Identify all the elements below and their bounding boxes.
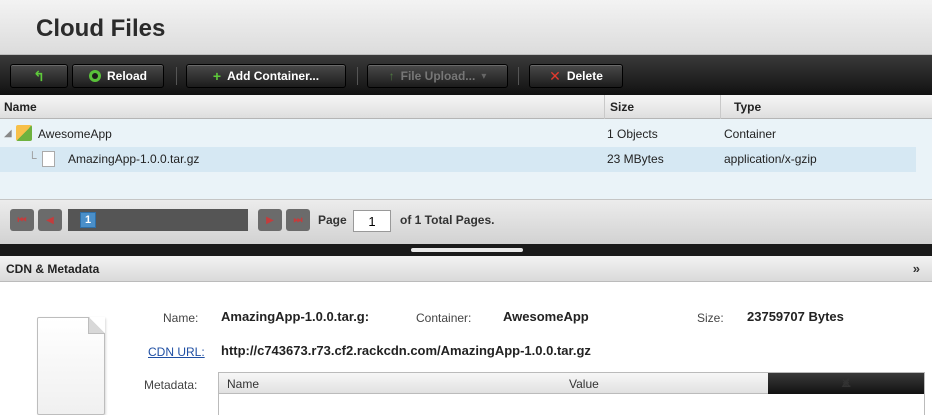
plus-icon: +	[212, 68, 222, 84]
table-row[interactable]: └ AmazingApp-1.0.0.tar.gz 23 MBytes appl…	[0, 147, 916, 172]
page-slider-thumb[interactable]: 1	[80, 212, 96, 228]
container-cube-icon	[16, 125, 32, 141]
container-value: AwesomeApp	[503, 309, 589, 324]
first-page-icon[interactable]: ⏮	[10, 209, 34, 231]
row-size: 23 MBytes	[607, 152, 664, 166]
delete-button[interactable]: ✕ Delete	[529, 64, 623, 88]
name-label: Name:	[163, 311, 199, 325]
dropdown-arrow-icon[interactable]: ▾	[481, 71, 486, 82]
size-value: 23759707 Bytes	[747, 309, 844, 324]
cdn-url-value: http://c743673.r73.cf2.rackcdn.com/Amazi…	[221, 343, 591, 358]
row-type: application/x-gzip	[724, 152, 817, 166]
detail-panel: Name: AmazingApp-1.0.0.tar.g: Container:…	[0, 282, 932, 415]
delete-label: Delete	[566, 69, 603, 83]
size-label: Size:	[697, 311, 724, 325]
page-number-input[interactable]	[353, 210, 391, 232]
metadata-column-value[interactable]: Value	[569, 377, 599, 391]
file-grid: ◢ AwesomeApp 1 Objects Container └ Amazi…	[0, 119, 932, 199]
toolbar: ↰ Reload + Add Container... ↑ File Uploa…	[0, 55, 932, 95]
file-upload-label: File Upload...	[400, 69, 476, 83]
splitter-handle[interactable]	[411, 248, 523, 252]
toolbar-divider	[357, 67, 358, 85]
delete-x-icon: ✕	[549, 67, 561, 84]
file-icon	[42, 151, 55, 167]
expand-toggle-icon[interactable]: ◢	[4, 128, 12, 139]
tree-line-icon: └	[28, 151, 37, 165]
file-upload-button[interactable]: ↑ File Upload... ▾	[367, 64, 508, 88]
app-title: Cloud Files	[36, 15, 166, 42]
grid-header: Name Size Type	[0, 95, 932, 119]
total-pages-text: of 1 Total Pages.	[400, 213, 495, 227]
metadata-label: Metadata:	[144, 378, 198, 392]
column-header-name[interactable]: Name	[4, 100, 37, 114]
row-name: AwesomeApp	[38, 127, 112, 141]
title-bar: Cloud Files	[0, 0, 932, 55]
add-container-button[interactable]: + Add Container...	[186, 64, 346, 88]
metadata-grid-header: Name Value + ∠ ✕	[219, 373, 924, 394]
cdn-metadata-header[interactable]: CDN & Metadata »	[0, 256, 932, 282]
file-preview-icon	[37, 317, 105, 415]
add-container-label: Add Container...	[227, 69, 320, 83]
prev-page-icon[interactable]: ◀	[38, 209, 62, 231]
table-row[interactable]: ◢ AwesomeApp 1 Objects Container	[0, 122, 932, 147]
column-divider[interactable]	[720, 95, 721, 119]
panel-title: CDN & Metadata	[6, 262, 100, 276]
metadata-column-name[interactable]: Name	[227, 377, 259, 391]
toolbar-divider	[176, 67, 177, 85]
name-value: AmazingApp-1.0.0.tar.g:	[221, 309, 370, 324]
reload-label: Reload	[106, 69, 147, 83]
column-divider[interactable]	[604, 95, 605, 119]
row-name: AmazingApp-1.0.0.tar.gz	[68, 152, 200, 166]
cdn-url-link[interactable]: CDN URL:	[148, 345, 205, 359]
next-page-icon[interactable]: ▶	[258, 209, 282, 231]
metadata-actions: + ∠ ✕	[768, 373, 924, 394]
back-button[interactable]: ↰	[10, 64, 68, 88]
back-arrow-icon: ↰	[33, 68, 45, 84]
pager: ⏮ ◀ 1 ▶ ⏭ Page of 1 Total Pages.	[0, 199, 932, 244]
reload-button[interactable]: Reload	[72, 64, 164, 88]
toolbar-divider	[518, 67, 519, 85]
page-label: Page	[318, 213, 347, 227]
splitter[interactable]	[0, 244, 932, 256]
container-label: Container:	[416, 311, 472, 325]
remove-metadata-icon[interactable]: ✕	[841, 377, 851, 389]
last-page-icon[interactable]: ⏭	[286, 209, 310, 231]
metadata-grid: Name Value + ∠ ✕	[218, 372, 925, 415]
row-type: Container	[724, 127, 777, 141]
upload-arrow-icon: ↑	[388, 69, 395, 83]
row-size: 1 Objects	[607, 127, 658, 141]
column-header-size[interactable]: Size	[610, 100, 634, 114]
column-header-type[interactable]: Type	[734, 100, 761, 114]
reload-icon	[88, 70, 101, 82]
collapse-chevron-icon[interactable]: »	[913, 261, 920, 276]
